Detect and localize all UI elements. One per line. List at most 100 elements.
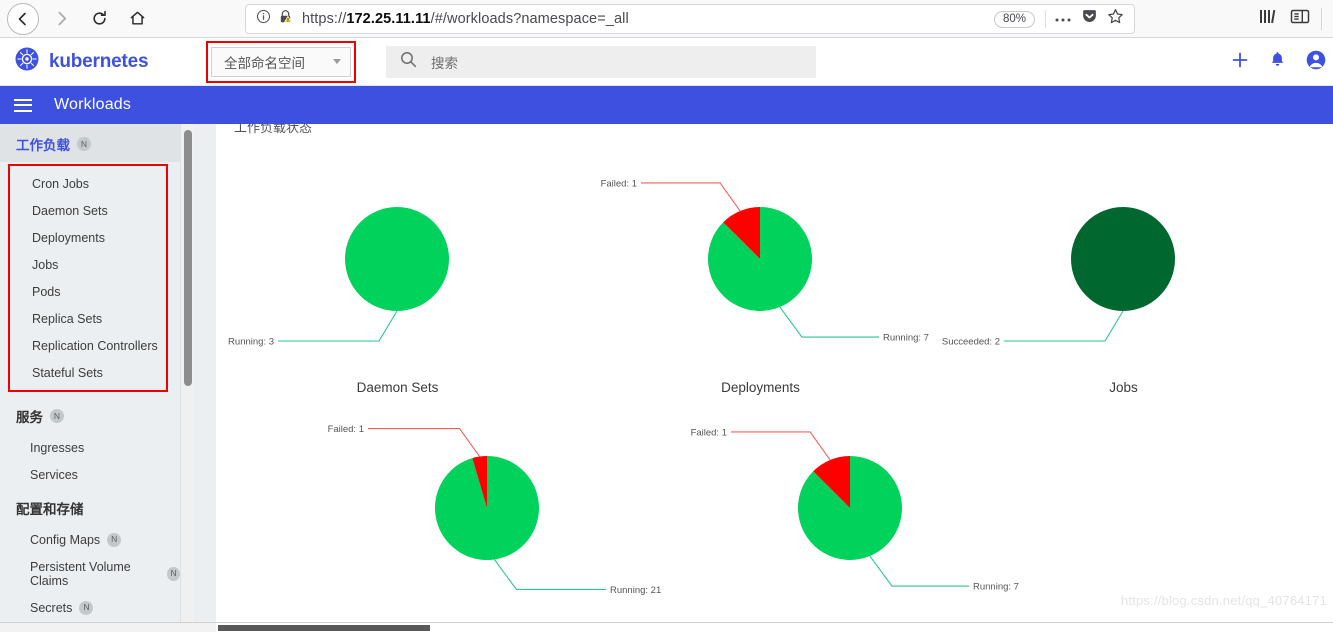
pie-slice-label: Running: 7 (883, 333, 929, 344)
star-icon (1107, 8, 1124, 30)
home-button[interactable] (120, 3, 154, 35)
sidebar-group: Config Maps N Persistent Volume Claims N Sec… (0, 526, 180, 632)
pie-svg: Running: 3 (228, 207, 449, 348)
search-icon (400, 51, 417, 73)
sidebar-item-label: Daemon Sets (32, 203, 108, 218)
pocket-button[interactable] (1076, 6, 1102, 32)
pie-svg: Failed: 1 Running: 21 (328, 424, 662, 596)
page-info-icon[interactable] (256, 9, 271, 29)
url-bar[interactable]: https://172.25.11.11/#/workloads?namespa… (245, 4, 1135, 34)
home-icon (129, 10, 146, 27)
pie-leader-line (641, 182, 741, 212)
toolbar-divider-right (1321, 8, 1322, 30)
chart-row-1: Running: 3 Daemon Sets Failed: 1 Running: 7… (216, 154, 1333, 403)
kubernetes-logo[interactable]: kubernetes (0, 46, 200, 77)
back-button[interactable] (6, 2, 40, 35)
sidebar-item-label: Ingresses (30, 440, 85, 455)
sidebar-item-label: Pods (32, 284, 61, 299)
browser-right-actions (1252, 0, 1333, 38)
pie-svg: Failed: 1 Running: 7 (601, 178, 929, 344)
pie-slice-label: Failed: 1 (691, 427, 727, 438)
horizontal-scrollbar-thumb[interactable] (218, 625, 430, 631)
pie-chart-deployments[interactable]: Failed: 1 Running: 7 Deployments (579, 154, 942, 403)
pie-chart-replica-sets[interactable]: Failed: 1Running: 7Replica Sets (669, 403, 1032, 622)
namespace-selector-highlight: 全部命名空间 (206, 40, 356, 83)
sidebar-item-pods[interactable]: Pods (10, 278, 166, 305)
pie-slice-succeeded[interactable] (1071, 207, 1175, 311)
namespaced-badge: N (167, 566, 180, 581)
page-actions-button[interactable] (1050, 6, 1076, 32)
forward-arrow-icon (53, 10, 70, 27)
sidebar-item-replica-sets[interactable]: Replica Sets (10, 305, 166, 332)
sidebar-item-label: Replica Sets (32, 311, 103, 326)
namespaced-badge: N (77, 137, 91, 151)
bell-icon (1268, 50, 1287, 74)
sidebar-item-label: Jobs (32, 257, 59, 272)
sidebar-item-ingresses[interactable]: Ingresses (0, 434, 180, 461)
pie-leader-line (278, 310, 398, 342)
pie-chart-jobs[interactable]: Succeeded: 2 Jobs (942, 154, 1305, 403)
sidebar-section-0[interactable]: 工作负载 N (0, 124, 180, 162)
sidebar-scrollbar-track[interactable] (180, 124, 194, 632)
namespace-selector[interactable]: 全部命名空间 (211, 46, 351, 77)
sidebar-item-daemon-sets[interactable]: Daemon Sets (10, 197, 166, 224)
kubernetes-helm-icon (14, 46, 40, 77)
hamburger-menu-icon[interactable] (14, 98, 32, 112)
sidebar-item-persistent-volume-claims[interactable]: Persistent Volume Claims N (0, 553, 180, 594)
sidebar-item-config-maps[interactable]: Config Maps N (0, 526, 180, 553)
search-field[interactable]: 搜索 (386, 45, 816, 78)
sidebar-section-1[interactable]: 服务 N (0, 396, 180, 434)
namespaced-badge: N (107, 532, 122, 547)
pie-slice-label: Running: 7 (973, 582, 1019, 593)
url-bar-icons (256, 9, 293, 29)
reload-icon (91, 10, 108, 27)
pie-slice-running[interactable] (345, 207, 449, 311)
sidebar-toggle-icon (1290, 8, 1310, 30)
sidebar-scrollbar-thumb[interactable] (184, 130, 192, 386)
pie-slice-label: Failed: 1 (328, 424, 364, 435)
page-title: Workloads (54, 96, 132, 113)
pocket-icon (1081, 8, 1098, 30)
header-actions (1230, 38, 1333, 86)
sidebar-toggle-button[interactable] (1284, 3, 1316, 35)
sidebar-section-2[interactable]: 配置和存储 (0, 488, 180, 526)
horizontal-scrollbar-track[interactable] (0, 622, 1333, 632)
url-text[interactable]: https://172.25.11.11/#/workloads?namespa… (302, 11, 994, 27)
sidebar-item-stateful-sets[interactable]: Stateful Sets (10, 359, 166, 386)
notifications-button[interactable] (1268, 50, 1287, 74)
sidebar-item-label: Persistent Volume Claims (30, 559, 131, 588)
sidebar-item-replication-controllers[interactable]: Replication Controllers (10, 332, 166, 359)
add-resource-button[interactable] (1230, 50, 1250, 75)
pie-leader-line (869, 555, 969, 587)
pie-chart-daemon-sets[interactable]: Running: 3 Daemon Sets (216, 154, 579, 403)
sidebar-nav: 工作负载 N Cron Jobs Daemon Sets Deployments Jobs… (0, 124, 180, 632)
pie-chart-title: Jobs (1109, 380, 1138, 395)
reload-button[interactable] (82, 3, 116, 35)
insecure-lock-icon[interactable] (278, 9, 293, 29)
sidebar-item-label: Services (30, 467, 78, 482)
toolbar-divider (1045, 10, 1046, 28)
plus-icon (1230, 50, 1250, 75)
zoom-level-badge[interactable]: 80% (993, 10, 1035, 28)
sidebar-item-cron-jobs[interactable]: Cron Jobs (10, 170, 166, 197)
back-arrow-icon (7, 2, 39, 35)
kubernetes-logo-text: kubernetes (49, 50, 149, 72)
app-bar: Workloads (0, 86, 1333, 124)
account-circle-icon (1305, 49, 1327, 76)
sidebar-gutter (194, 124, 216, 632)
account-button[interactable] (1305, 49, 1327, 76)
search-placeholder: 搜索 (431, 55, 458, 71)
horizontal-scrollbar-left-pad (0, 623, 216, 632)
pie-chart-title: Daemon Sets (356, 380, 439, 395)
forward-button[interactable] (44, 3, 78, 35)
pie-svg: Succeeded: 2 (942, 207, 1175, 348)
library-button[interactable] (1252, 3, 1284, 35)
namespace-selected-label: 全部命名空间 (224, 55, 305, 71)
sidebar-item-deployments[interactable]: Deployments (10, 224, 166, 251)
sidebar-item-jobs[interactable]: Jobs (10, 251, 166, 278)
bookmark-button[interactable] (1102, 6, 1128, 32)
sidebar-item-secrets[interactable]: Secrets N (0, 594, 180, 621)
pie-chart-pods[interactable]: Failed: 1Running: 21Pods (306, 403, 669, 622)
sidebar-item-services[interactable]: Services (0, 461, 180, 488)
pie-slice-label: Running: 3 (228, 337, 274, 348)
